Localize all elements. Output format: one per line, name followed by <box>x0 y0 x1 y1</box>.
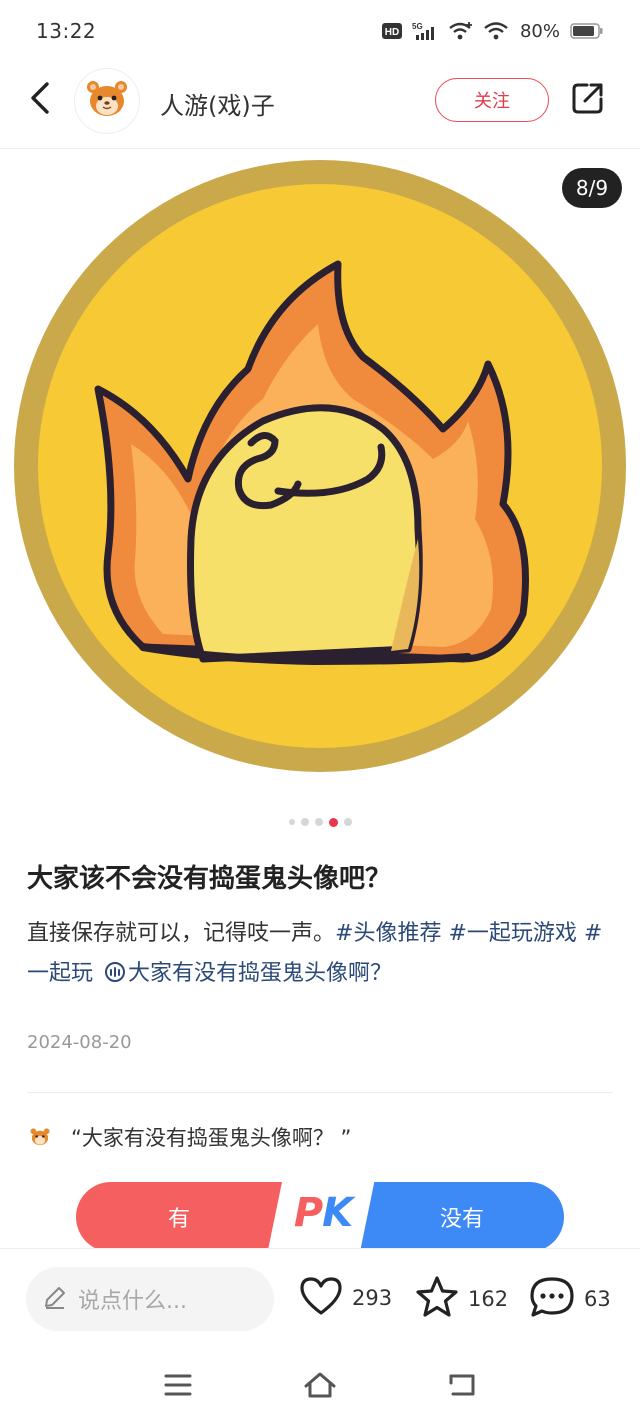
topic-bubble-icon <box>104 957 126 997</box>
post-header: 人游(戏)子 关注 <box>0 66 640 138</box>
like-count: 293 <box>352 1286 393 1310</box>
nav-home-button[interactable] <box>303 1370 337 1404</box>
heart-icon <box>298 1275 344 1321</box>
post-date: 2024-08-20 <box>27 1032 132 1053</box>
favorite-count: 162 <box>468 1287 509 1311</box>
pk-label-p: P <box>293 1190 323 1236</box>
image-carousel[interactable]: 8/9 <box>0 150 640 800</box>
carousel-dot[interactable] <box>343 818 352 826</box>
return-icon <box>447 1371 477 1403</box>
vote-yes-button[interactable]: 有 <box>76 1182 282 1252</box>
cellular-signal-icon: 5G <box>412 21 438 41</box>
post-title: 大家该不会没有捣蛋鬼头像吧？ <box>27 864 392 894</box>
chevron-left-icon <box>28 81 52 119</box>
battery-percent: 80% <box>519 20 560 42</box>
comment-input[interactable]: 说点什么... <box>26 1267 274 1331</box>
content-divider <box>27 1092 613 1093</box>
prankster-coin-image <box>13 159 627 777</box>
pk-vote: 有 PK 没有 <box>76 1182 564 1252</box>
status-icons: HD 5G 80% <box>381 20 604 42</box>
pencil-icon <box>42 1284 68 1314</box>
comment-count: 63 <box>584 1287 611 1311</box>
favorite-button[interactable]: 162 <box>414 1275 508 1323</box>
vote-question: “大家有没有捣蛋鬼头像啊？ ” <box>71 1126 352 1150</box>
share-button[interactable] <box>568 80 608 120</box>
post-body-text: 直接保存就可以，记得吱一声。 <box>27 921 336 946</box>
external-share-icon <box>570 80 606 120</box>
follow-button[interactable]: 关注 <box>435 78 549 122</box>
carousel-dot-active[interactable] <box>328 817 338 827</box>
hashtag-link[interactable]: #一起玩游戏 <box>448 921 576 946</box>
carousel-dot[interactable] <box>314 818 323 826</box>
hamster-avatar-icon <box>86 79 128 123</box>
vote-question-row: “大家有没有捣蛋鬼头像啊？ ” <box>27 1122 351 1152</box>
hashtag-link[interactable]: #头像推荐 <box>335 921 441 946</box>
wifi-plus-icon <box>448 21 474 41</box>
nav-menu-button[interactable] <box>161 1370 195 1404</box>
post-body: 直接保存就可以，记得吱一声。#头像推荐 #一起玩游戏 #一起玩 大家有没有捣蛋鬼… <box>27 914 617 997</box>
wifi-icon <box>484 21 508 41</box>
carousel-dots <box>0 817 640 827</box>
image-counter: 8/9 <box>562 168 622 208</box>
author-avatar[interactable] <box>74 68 140 134</box>
home-icon <box>303 1370 337 1404</box>
hamster-mini-icon <box>27 1124 53 1150</box>
svg-text:5G: 5G <box>412 22 423 31</box>
carousel-dot[interactable] <box>288 819 295 825</box>
status-bar: 13:22 HD 5G 80% <box>0 0 640 62</box>
comment-button[interactable]: 63 <box>528 1275 611 1323</box>
status-time: 13:22 <box>36 19 97 43</box>
bottom-action-bar: 说点什么... 293 162 63 <box>0 1248 640 1352</box>
like-button[interactable]: 293 <box>298 1275 392 1321</box>
system-nav-bar <box>0 1352 640 1422</box>
nav-back-button[interactable] <box>445 1370 479 1404</box>
topic-link[interactable]: 大家有没有捣蛋鬼头像啊？ <box>128 961 392 986</box>
vote-no-button[interactable]: 没有 <box>360 1182 564 1252</box>
pk-label: PK <box>282 1190 364 1236</box>
pk-label-k: K <box>322 1190 353 1236</box>
header-divider <box>0 148 640 149</box>
author-name[interactable]: 人游(戏)子 <box>160 86 275 121</box>
battery-icon <box>570 22 604 40</box>
carousel-dot[interactable] <box>300 818 309 826</box>
comment-placeholder: 说点什么... <box>78 1289 187 1314</box>
svg-text:HD: HD <box>385 27 399 38</box>
menu-icon <box>163 1372 193 1402</box>
speech-bubble-icon <box>528 1275 576 1323</box>
back-button[interactable] <box>20 80 60 120</box>
star-icon <box>414 1275 460 1323</box>
hd-badge-icon: HD <box>381 23 402 39</box>
